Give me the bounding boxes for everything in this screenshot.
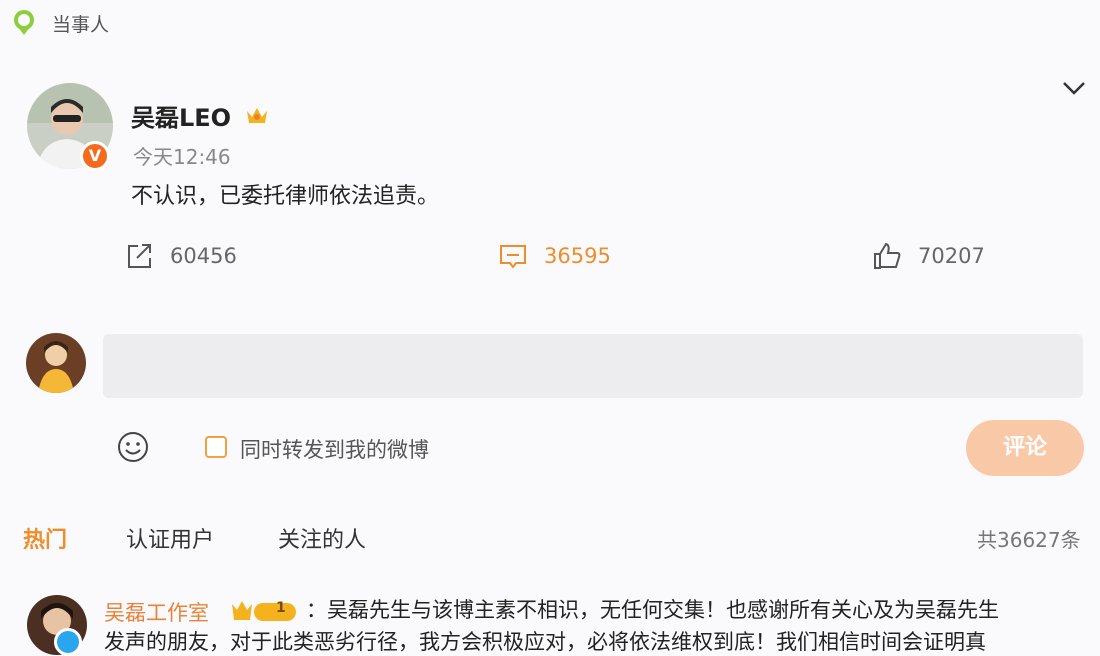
repost-button[interactable]: 60456 bbox=[124, 240, 237, 272]
comment-text-line1: ：吴磊先生与该博主素不相识，无任何交集！也感谢所有关心及为吴磊先生 bbox=[306, 598, 999, 622]
comment-text-line2: 发声的朋友，对于此类恶劣行径，我方会积极应对，必将依法维权到底！我们相信时间会证… bbox=[104, 630, 986, 654]
verified-badge-icon: V bbox=[80, 141, 110, 171]
post-author-name[interactable]: 吴磊LEO bbox=[131, 98, 231, 133]
verified-blue-icon bbox=[54, 628, 82, 656]
member-badge-icon bbox=[232, 601, 296, 621]
repost-count: 60456 bbox=[170, 244, 237, 268]
comment-author-name[interactable]: 吴磊工作室 bbox=[104, 597, 209, 627]
tab-following[interactable]: 关注的人 bbox=[278, 522, 366, 554]
submit-comment-button[interactable]: 评论 bbox=[966, 420, 1084, 476]
crown-icon bbox=[247, 108, 267, 123]
like-button[interactable]: 70207 bbox=[872, 240, 985, 272]
emoji-icon[interactable] bbox=[116, 430, 150, 464]
repost-checkbox[interactable] bbox=[205, 436, 227, 458]
repost-checkbox-label[interactable]: 同时转发到我的微博 bbox=[240, 434, 429, 464]
tag-label: 当事人 bbox=[52, 14, 110, 36]
comment-count: 36595 bbox=[544, 244, 611, 268]
tab-hot[interactable]: 热门 bbox=[23, 522, 67, 554]
chevron-down-icon[interactable] bbox=[1060, 78, 1088, 98]
comment-input[interactable] bbox=[103, 334, 1083, 398]
current-user-avatar[interactable] bbox=[26, 333, 86, 393]
post-timestamp: 今天12:46 bbox=[133, 145, 231, 169]
comment-button[interactable]: 36595 bbox=[498, 240, 611, 272]
share-icon bbox=[128, 244, 151, 268]
tab-verified-users[interactable]: 认证用户 bbox=[126, 522, 214, 554]
location-pin-icon bbox=[14, 10, 34, 35]
avatar-image bbox=[26, 333, 86, 393]
comment-icon bbox=[500, 245, 526, 269]
post-text: 不认识，已委托律师依法追责。 bbox=[131, 184, 440, 209]
thumbs-up-icon bbox=[874, 242, 901, 269]
like-count: 70207 bbox=[918, 244, 985, 268]
total-comment-count: 共36627条 bbox=[977, 528, 1081, 552]
member-badge-level: 1 bbox=[276, 600, 286, 616]
